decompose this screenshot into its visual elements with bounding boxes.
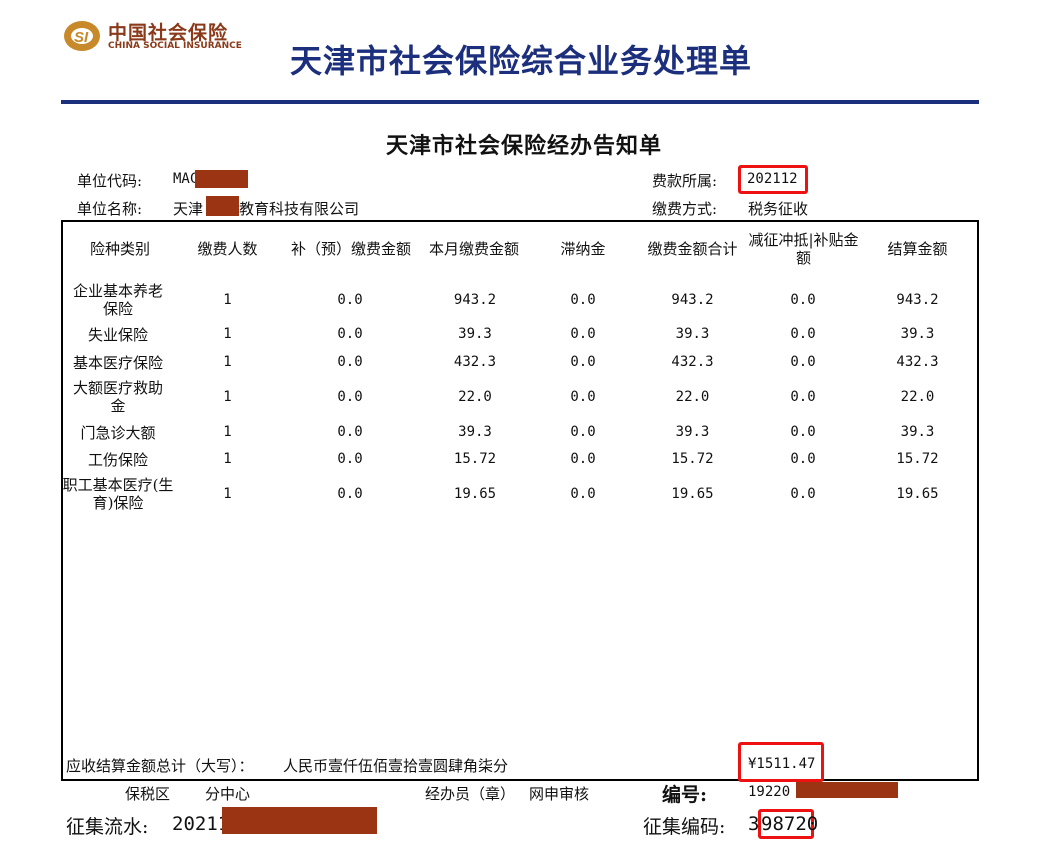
table-cell: 0.0 (337, 354, 363, 370)
table-cell: 39.3 (675, 326, 710, 342)
table-cell: 0.0 (570, 292, 596, 308)
table-cell: 943.2 (671, 292, 714, 308)
unit-name-label: 单位名称: (77, 200, 143, 218)
total-amount-label: 应收结算金额总计（大写）： (66, 757, 254, 775)
table-cell: 39.3 (458, 326, 492, 342)
document-title: 天津市社会保险综合业务处理单 (290, 42, 753, 80)
table-cell: 432.3 (896, 354, 939, 370)
table-cell: 0.0 (790, 292, 816, 308)
redaction (195, 170, 248, 188)
table-cell: 19.65 (671, 486, 714, 502)
table-cell: 0.0 (337, 486, 363, 502)
table-cell: 1 (223, 326, 232, 342)
social-insurance-logo-icon: SI (64, 21, 100, 51)
table-cell: 1 (223, 389, 232, 405)
col-header-total: 缴费金额合计 (647, 240, 738, 258)
col-header-late-fee: 滞纳金 (560, 240, 606, 258)
table-row-type: 工伤保险 (87, 451, 148, 469)
fee-period-label: 费款所属: (652, 172, 718, 190)
table-cell: 0.0 (337, 451, 363, 467)
unit-code-label: 单位代码: (77, 172, 143, 190)
table-cell: 0.0 (570, 451, 596, 467)
table-row-type: 职工基本医疗(生育)保险 (62, 476, 174, 512)
table-cell: 0.0 (337, 326, 363, 342)
table-cell: 0.0 (337, 389, 363, 405)
serial-value: 20211 (172, 813, 230, 835)
col-header-count: 缴费人数 (197, 240, 258, 258)
handler-value: 网申审核 (529, 785, 590, 803)
table-cell: 0.0 (790, 389, 816, 405)
handler-label: 经办员（章） (425, 785, 516, 803)
table-cell: 1 (223, 451, 232, 467)
table-cell: 0.0 (337, 424, 363, 440)
redaction (222, 807, 377, 834)
table-cell: 0.0 (790, 486, 816, 502)
payment-method-label: 缴费方式: (652, 200, 718, 218)
total-amount-value: ¥1511.47 (748, 756, 816, 772)
table-cell: 0.0 (790, 424, 816, 440)
table-cell: 1 (223, 486, 232, 502)
fee-period-value: 202112 (747, 171, 798, 187)
col-header-settlement: 结算金额 (887, 240, 948, 258)
col-header-supplement: 补（预）缴费金额 (290, 240, 411, 258)
table-cell: 0.0 (570, 486, 596, 502)
table-cell: 0.0 (570, 354, 596, 370)
table-cell: 0.0 (790, 326, 816, 342)
title-divider (61, 100, 979, 104)
table-cell: 0.0 (790, 354, 816, 370)
table-row-type: 失业保险 (87, 326, 148, 344)
table-row-type: 大额医疗救助金 (72, 379, 163, 415)
table-row-type: 门急诊大额 (80, 424, 156, 442)
svg-text:SI: SI (74, 29, 89, 46)
table-cell: 19.65 (896, 486, 939, 502)
table-cell: 1 (223, 424, 232, 440)
table-cell: 943.2 (453, 292, 497, 308)
table-cell: 432.3 (453, 354, 497, 370)
table-cell: 39.3 (675, 424, 710, 440)
district-label: 保税区 (125, 785, 171, 803)
table-cell: 432.3 (671, 354, 714, 370)
unit-name-suffix: 教育科技有限公司 (239, 200, 360, 218)
table-cell: 22.0 (458, 389, 492, 405)
redaction (206, 196, 239, 216)
table-cell: 39.3 (900, 326, 935, 342)
district-value: 分中心 (205, 785, 251, 803)
logo-text-en: CHINA SOCIAL INSURANCE (108, 41, 242, 51)
table-cell: 15.72 (453, 451, 497, 467)
table-cell: 39.3 (458, 424, 492, 440)
table-cell: 0.0 (570, 389, 596, 405)
table-cell: 1 (223, 292, 232, 308)
notice-title: 天津市社会保险经办告知单 (385, 133, 662, 159)
unit-name-prefix: 天津 (173, 200, 204, 218)
table-row-type: 基本医疗保险 (72, 354, 163, 372)
table-cell: 39.3 (900, 424, 935, 440)
table-cell: 22.0 (675, 389, 710, 405)
total-amount-words: 人民币壹仟伍佰壹拾壹圆肆角柒分 (283, 757, 509, 775)
redaction (796, 782, 898, 798)
table-cell: 0.0 (337, 292, 363, 308)
table-cell: 1 (223, 354, 232, 370)
logo: SI 中国社会保险 CHINA SOCIAL INSURANCE (62, 16, 262, 56)
table-cell: 0.0 (570, 326, 596, 342)
table-cell: 22.0 (900, 389, 935, 405)
table-cell: 15.72 (896, 451, 939, 467)
payment-method-value: 税务征收 (748, 200, 809, 218)
table-cell: 0.0 (790, 451, 816, 467)
number-label: 编号: (662, 784, 708, 806)
table-cell: 0.0 (570, 424, 596, 440)
code-boxed-value: 98720 (761, 813, 819, 835)
col-header-monthly: 本月缴费金额 (428, 240, 519, 258)
table-cell: 19.65 (453, 486, 497, 502)
code-label: 征集编码: (643, 816, 726, 838)
table-cell: 15.72 (671, 451, 714, 467)
col-header-deduction: 减征冲抵|补贴金额 (748, 231, 859, 267)
col-header-type: 险种类别 (89, 240, 150, 258)
number-value: 19220 (748, 784, 791, 800)
serial-label: 征集流水: (66, 816, 149, 838)
table-row-type: 企业基本养老保险 (72, 282, 163, 318)
table-cell: 943.2 (896, 292, 939, 308)
